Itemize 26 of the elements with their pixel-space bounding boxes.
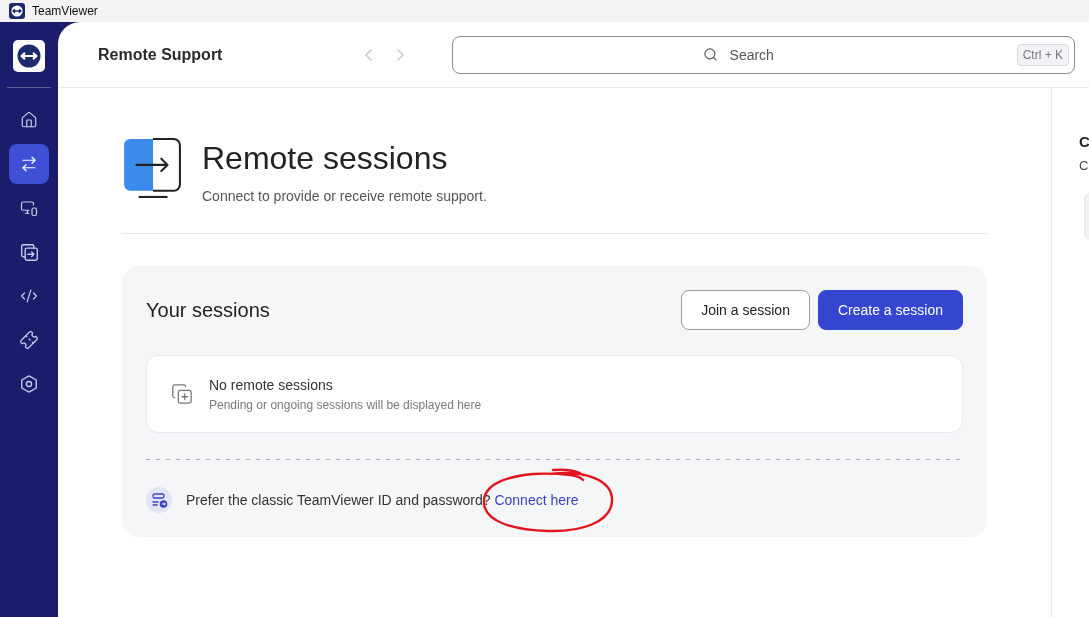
double-arrow-logo-icon (9, 3, 25, 19)
connect-here-link[interactable]: Connect here (494, 492, 579, 508)
empty-state-text: Pending or ongoing sessions will be displayed here (209, 397, 482, 412)
window-title: TeamViewer (32, 4, 98, 18)
chevron-right-icon (396, 48, 404, 61)
panel-title: C (1079, 132, 1089, 152)
empty-state-title: No remote sessions (209, 376, 334, 393)
panel-card (1084, 194, 1089, 239)
sidebar-item[interactable] (9, 144, 49, 184)
monitor-phone-icon (20, 199, 38, 217)
page-title: Remote sessions (202, 139, 449, 178)
page-heading: Remote Support (98, 45, 223, 64)
chevron-left-icon (364, 48, 372, 61)
squares-plus-icon (171, 383, 193, 405)
join-session-button[interactable]: Join a session (681, 290, 810, 330)
page-subtitle: Connect to provide or receive remote support. (202, 187, 487, 205)
create-session-button[interactable]: Create a session (817, 290, 963, 330)
panel-subtitle: C (1079, 158, 1089, 174)
window-arrow-icon (20, 243, 38, 261)
section-title: Your sessions (146, 298, 270, 322)
code-icon (20, 287, 38, 305)
search-icon (703, 46, 719, 62)
double-arrow-logo-icon (13, 40, 45, 72)
arrows-swap-icon (20, 155, 38, 173)
arrow-into-box-icon (122, 138, 182, 198)
house-icon (20, 111, 38, 129)
